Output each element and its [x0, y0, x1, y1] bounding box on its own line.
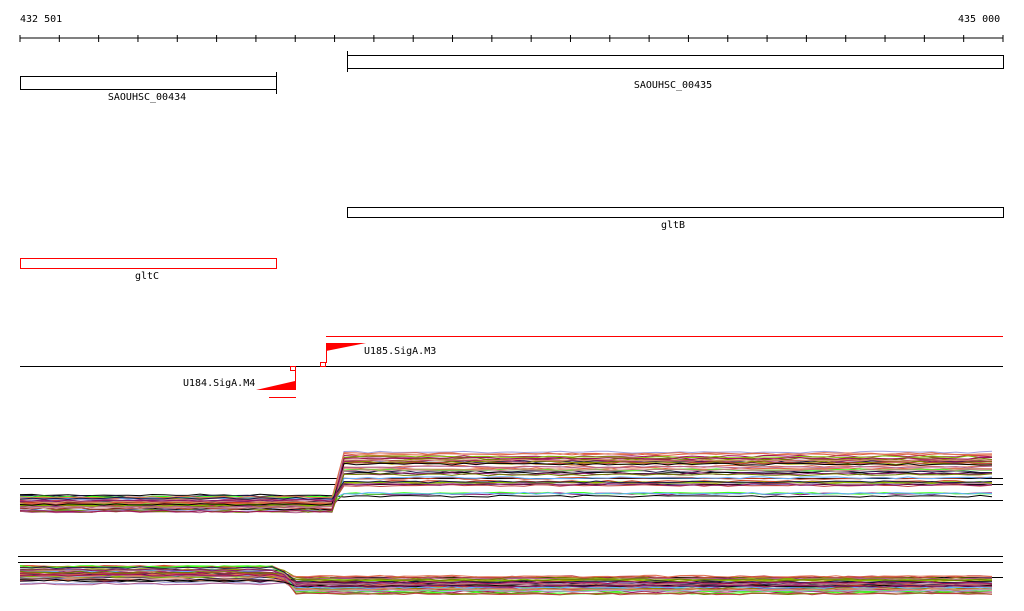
- gene-gltc[interactable]: gltC: [20, 258, 277, 283]
- expression-track-forward: [19, 450, 1003, 514]
- genome-browser-view: 432 501 435 000 SAOUHSC_00434 SAOUHSC_00…: [18, 14, 1004, 596]
- gene-label: SAOUHSC_00434: [108, 92, 186, 103]
- promoter-u184[interactable]: U184.SigA.M4: [183, 366, 296, 391]
- coordinate-ruler: [19, 35, 1004, 42]
- promoter-label: U184.SigA.M4: [183, 378, 255, 389]
- promoter-label: U185.SigA.M3: [364, 346, 436, 357]
- gene-label: SAOUHSC_00435: [634, 80, 712, 91]
- promoter-u185[interactable]: U185.SigA.M3: [320, 343, 437, 367]
- ruler-start-label: 432 501: [20, 14, 62, 25]
- ruler-end-label: 435 000: [958, 14, 1000, 25]
- gene-label: gltB: [661, 220, 685, 231]
- gene-saouhsc-00435[interactable]: SAOUHSC_00435: [347, 51, 1004, 91]
- expression-track-reverse: [18, 556, 1003, 596]
- gene-saouhsc-00434[interactable]: SAOUHSC_00434: [20, 72, 277, 103]
- gene-gltb[interactable]: gltB: [347, 207, 1004, 232]
- gene-label: gltC: [135, 271, 159, 282]
